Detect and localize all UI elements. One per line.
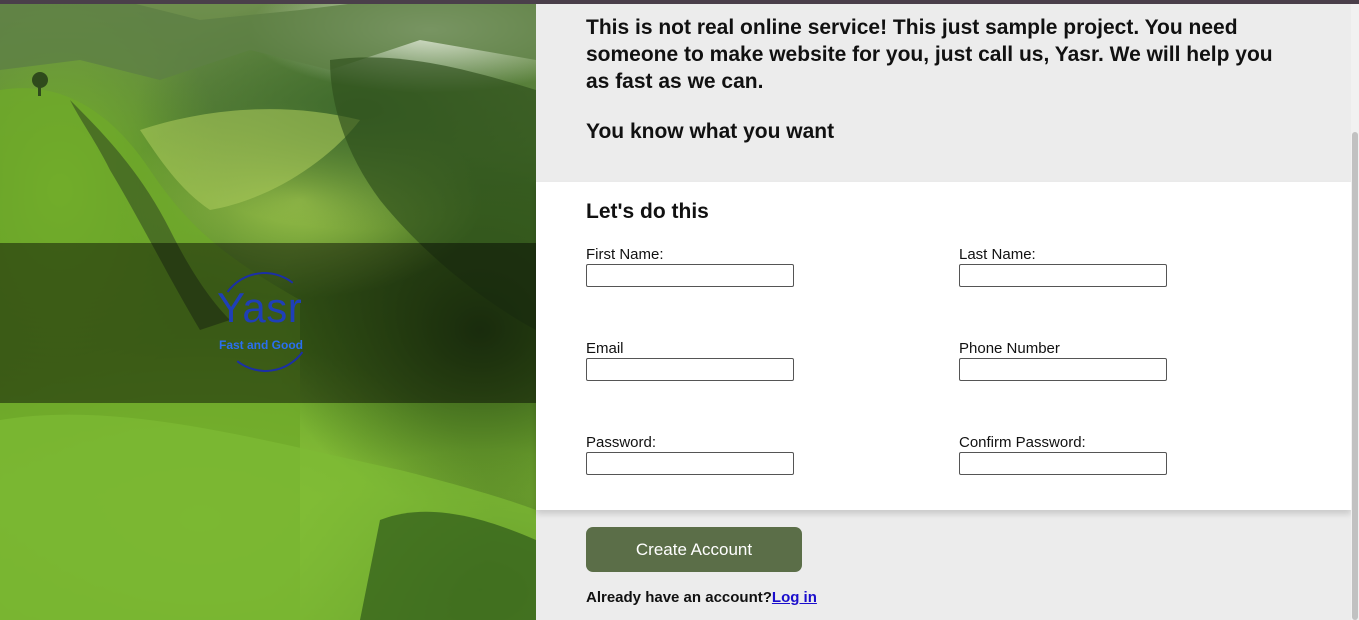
login-link[interactable]: Log in xyxy=(772,589,817,606)
confirm-password-input[interactable] xyxy=(959,452,1167,475)
scrollbar-thumb[interactable] xyxy=(1352,132,1358,620)
window-top-border xyxy=(0,0,1359,4)
logo-tagline: Fast and Good xyxy=(219,338,303,352)
password-input[interactable] xyxy=(586,452,794,475)
brand-logo: Yasr Fast and Good xyxy=(210,265,323,379)
last-name-input[interactable] xyxy=(959,264,1167,287)
intro-heading: You know what you want xyxy=(586,120,835,143)
password-group: Password: xyxy=(586,434,796,475)
first-name-label: First Name: xyxy=(586,246,664,263)
phone-input[interactable] xyxy=(959,358,1167,381)
create-account-button[interactable]: Create Account xyxy=(586,527,802,572)
signup-form: Let's do this First Name: Last Name: Ema… xyxy=(536,182,1351,510)
last-name-group: Last Name: xyxy=(959,246,1169,287)
intro-message: This is not real online service! This ju… xyxy=(586,16,1273,93)
login-prompt-text: Already have an account? xyxy=(586,589,772,606)
phone-group: Phone Number xyxy=(959,340,1169,381)
email-group: Email xyxy=(586,340,796,381)
first-name-input[interactable] xyxy=(586,264,794,287)
intro-section: This is not real online service! This ju… xyxy=(536,4,1351,182)
email-label: Email xyxy=(586,340,624,357)
logo-wordmark: Yasr xyxy=(217,284,303,331)
phone-label: Phone Number xyxy=(959,340,1060,357)
confirm-password-label: Confirm Password: xyxy=(959,434,1086,451)
confirm-password-group: Confirm Password: xyxy=(959,434,1169,475)
hero-image: Yasr Fast and Good xyxy=(0,0,536,620)
email-input[interactable] xyxy=(586,358,794,381)
last-name-label: Last Name: xyxy=(959,246,1036,263)
login-prompt: Already have an account?Log in xyxy=(586,589,817,606)
form-title: Let's do this xyxy=(586,200,709,223)
password-label: Password: xyxy=(586,434,657,451)
first-name-group: First Name: xyxy=(586,246,796,287)
